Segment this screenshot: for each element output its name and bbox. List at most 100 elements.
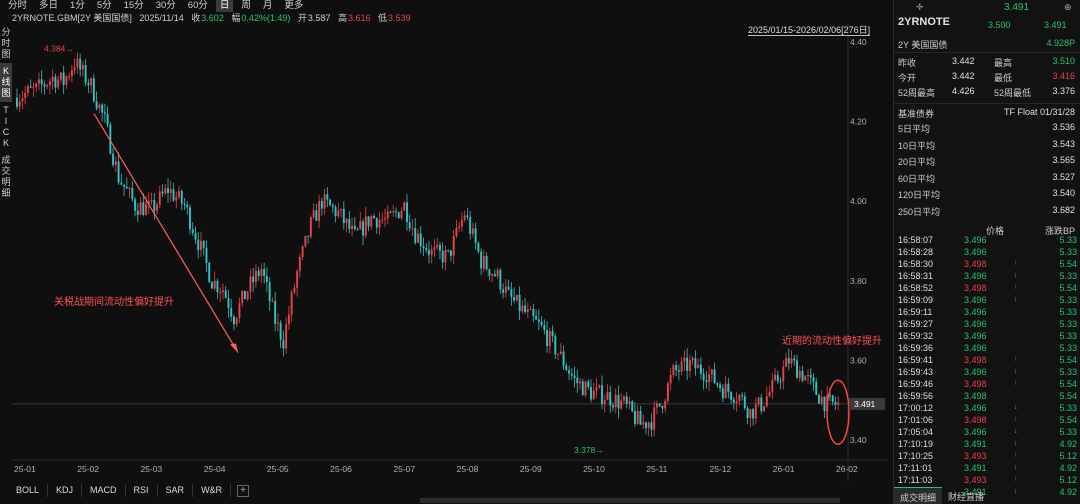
trade-price: 3.496 xyxy=(964,367,987,377)
indicator-tab-kdj[interactable]: KDJ xyxy=(48,484,83,497)
trade-time: 16:58:52 xyxy=(898,283,934,293)
candle-body xyxy=(713,369,716,384)
candle-body xyxy=(73,67,76,71)
candle-body xyxy=(562,351,565,366)
candle-body xyxy=(356,228,359,230)
view-tab-2[interactable]: TICK xyxy=(0,102,12,152)
trade-price: 3.496 xyxy=(964,331,987,341)
candle-body xyxy=(180,191,183,204)
candle-body xyxy=(367,216,370,227)
period-tab-1[interactable]: 多日 xyxy=(35,0,62,12)
avg-value: 3.565 xyxy=(1052,155,1075,165)
period-tab-9[interactable]: 月 xyxy=(259,0,277,12)
x-tick-label: 25-03 xyxy=(140,464,162,474)
candle-body xyxy=(798,370,801,379)
expand-icon[interactable]: ⊕ xyxy=(1064,2,1075,13)
blank-icon xyxy=(1014,330,1024,342)
panel-tab-0[interactable]: 成交明细 xyxy=(894,487,943,504)
period-tab-6[interactable]: 60分 xyxy=(184,0,212,12)
candle-body xyxy=(417,233,419,243)
field-value: 3.376 xyxy=(1052,86,1075,96)
candle-body xyxy=(460,219,463,227)
trade-row: 17:01:06 3.498 ↑ 5.54 xyxy=(894,414,1080,426)
candle-body xyxy=(526,309,529,313)
x-tick-label: 25-05 xyxy=(267,464,289,474)
add-indicator-icon[interactable]: + xyxy=(237,485,250,497)
indicator-tab-sar[interactable]: SAR xyxy=(158,484,194,497)
candle-body xyxy=(59,72,62,80)
candle-body xyxy=(493,274,496,277)
candle-body xyxy=(16,97,18,107)
candle-body xyxy=(304,235,307,247)
candle-body xyxy=(730,392,733,400)
candlestick-chart[interactable]: 4.40 4.20 4.00 3.80 3.60 3.40 25-01 25-02 25-03 2… xyxy=(12,24,888,482)
blank-icon xyxy=(1014,306,1024,318)
period-tab-3[interactable]: 5分 xyxy=(93,0,116,12)
indicator-tab-boll[interactable]: BOLL xyxy=(8,484,49,497)
trade-bp: 5.54 xyxy=(1059,259,1077,269)
indicator-tab-rsi[interactable]: RSI xyxy=(126,484,158,497)
candle-body xyxy=(252,276,255,283)
candle-body xyxy=(581,381,584,396)
candle-body xyxy=(271,300,274,302)
candle-body xyxy=(257,270,260,276)
candle-body xyxy=(323,194,326,209)
trade-price: 3.496 xyxy=(964,319,987,329)
trade-bp: 5.54 xyxy=(1059,379,1077,389)
arrow-down-icon: ↓ xyxy=(1014,404,1018,411)
trade-bp: 5.33 xyxy=(1059,235,1077,245)
candle-body xyxy=(103,112,106,114)
candle-body xyxy=(623,396,625,401)
panel-tab-1[interactable]: 财经直播 xyxy=(942,487,990,504)
candle-body xyxy=(576,377,579,384)
candle-body xyxy=(268,281,271,302)
indicator-tab-macd[interactable]: MACD xyxy=(82,484,126,497)
candle-body xyxy=(642,422,645,425)
trade-time: 16:59:11 xyxy=(898,307,933,317)
candle-body xyxy=(488,269,491,276)
candle-body xyxy=(502,289,505,293)
candle-body xyxy=(290,292,293,315)
view-tab-1[interactable]: K线图 xyxy=(0,63,12,102)
date-range-selector[interactable]: 2025/01/15-2026/02/06[276日] xyxy=(748,25,871,36)
candle-body xyxy=(342,209,345,223)
x-tick-label: 25-10 xyxy=(583,464,605,474)
trade-bp: 5.33 xyxy=(1059,427,1077,437)
candle-body xyxy=(491,274,494,276)
indicator-tab-wr[interactable]: W&R xyxy=(193,484,232,497)
avg-value: 3.543 xyxy=(1052,138,1075,149)
period-tab-10[interactable]: 更多 xyxy=(280,0,307,12)
bond-value: TF Float 01/31/28 xyxy=(1003,107,1075,117)
candle-body xyxy=(65,76,68,85)
candle-body xyxy=(807,374,809,376)
period-tab-5[interactable]: 30分 xyxy=(152,0,180,12)
avg-value: 3.682 xyxy=(1052,204,1075,215)
candle-body xyxy=(186,204,189,208)
period-tab-8[interactable]: 周 xyxy=(237,0,255,12)
chart-scrollbar[interactable] xyxy=(420,498,840,503)
candle-body xyxy=(694,357,697,369)
period-tab-0[interactable]: 分时 xyxy=(4,0,31,12)
view-tab-3[interactable]: 成交明细 xyxy=(0,152,12,202)
trade-time: 16:59:36 xyxy=(898,343,934,353)
candle-body xyxy=(216,280,219,293)
candle-body xyxy=(485,256,488,270)
trade-price: 3.496 xyxy=(964,271,987,281)
trade-row: 17:05:04 3.496 ↓ 5.33 xyxy=(894,426,1080,438)
period-tab-4[interactable]: 15分 xyxy=(120,0,148,12)
last-price-value: 3.491 xyxy=(854,399,876,409)
candle-body xyxy=(587,381,590,388)
trade-row: 16:59:09 3.496 ↓ 5.33 xyxy=(894,294,1080,306)
candle-body xyxy=(469,217,472,234)
candle-body xyxy=(831,395,834,402)
trend-arrow-line xyxy=(93,113,239,353)
period-tab-7[interactable]: 日 xyxy=(215,0,234,12)
arrow-down-icon: ↓ xyxy=(1014,296,1018,303)
candle-body xyxy=(76,58,79,68)
period-tab-2[interactable]: 1分 xyxy=(66,0,89,12)
candle-body xyxy=(675,365,678,371)
candle-body xyxy=(235,317,238,325)
candle-body xyxy=(200,240,202,251)
view-tab-0[interactable]: 分时图 xyxy=(0,24,12,63)
quote-panel: ✛ 3.491 ⊕ 2YRNOTE 3.500 3.491 2Y 美国国债 4.… xyxy=(893,0,1080,504)
